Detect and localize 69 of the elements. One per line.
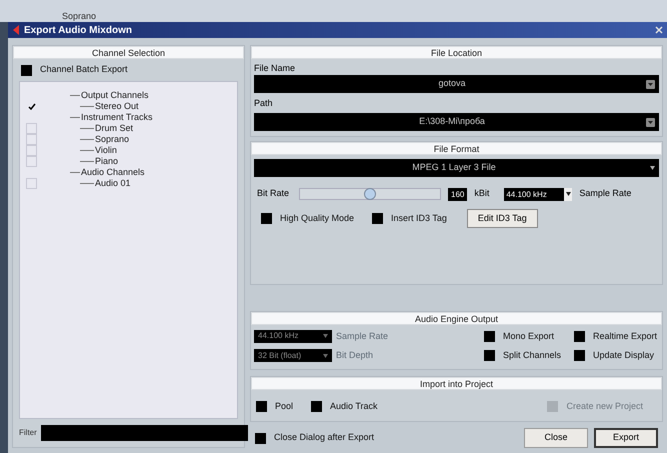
slider-thumb[interactable] <box>364 188 376 200</box>
tree-item-label[interactable]: Audio 01 <box>95 176 131 190</box>
option-label: Update Display <box>593 349 654 362</box>
tree-item-label[interactable]: Stereo Out <box>95 100 139 114</box>
unit-label: kBit <box>474 187 490 200</box>
edit-id3-tag-button[interactable]: Edit ID3 Tag <box>466 209 538 228</box>
tree-item-label[interactable]: Piano <box>95 154 118 168</box>
checkbox[interactable] <box>311 400 322 412</box>
caret-icon <box>323 354 328 358</box>
checkbox[interactable] <box>26 134 37 145</box>
window-title: Export Audio Mixdown <box>24 24 133 38</box>
field-label: Bit Depth <box>336 349 374 362</box>
option-label: Mono Export <box>503 330 554 343</box>
check-icon <box>28 102 36 110</box>
bit-rate-value: 160 <box>448 188 468 200</box>
checkbox[interactable] <box>26 123 37 134</box>
option-label: Channel Batch Export <box>40 63 128 76</box>
option-label: Create new Project <box>566 400 643 413</box>
export-button[interactable]: Export <box>594 428 658 448</box>
dropdown-caret-icon <box>646 80 655 88</box>
checkbox[interactable] <box>256 400 267 412</box>
option-label: Split Channels <box>503 349 562 362</box>
checkbox[interactable] <box>261 213 272 224</box>
option-label: Close Dialog after Export <box>274 431 374 444</box>
caret-icon <box>323 334 328 338</box>
option-label: Pool <box>275 400 294 412</box>
section-header: File Format <box>251 142 662 155</box>
checkbox[interactable] <box>21 64 32 76</box>
section-header: File Location <box>251 46 662 59</box>
option-label: Audio Track <box>330 400 378 412</box>
checkbox[interactable] <box>26 101 37 112</box>
field-label: Path <box>253 97 274 110</box>
checkbox[interactable] <box>372 213 384 224</box>
field-label: Bit Rate <box>257 187 290 200</box>
checkbox[interactable] <box>26 156 37 167</box>
checkbox[interactable] <box>574 350 585 362</box>
checkbox[interactable] <box>484 350 495 362</box>
field-label: Sample Rate <box>579 187 632 200</box>
tree-item-label[interactable]: Soprano <box>95 132 130 146</box>
tree-group-label[interactable]: Output Channels <box>81 88 149 102</box>
track-name: Soprano <box>62 10 96 22</box>
format-dropdown[interactable]: MPEG 1 Layer 3 File <box>254 159 659 177</box>
section-header: Import into Project <box>251 376 662 390</box>
caret-icon <box>650 166 655 170</box>
tree-item-label[interactable]: Drum Set <box>95 122 134 136</box>
app-logo-icon <box>12 25 20 35</box>
option-label: High Quality Mode <box>280 212 354 225</box>
tree-group-label[interactable]: Instrument Tracks <box>81 110 153 124</box>
checkbox[interactable] <box>26 178 37 189</box>
checkbox[interactable] <box>484 330 495 342</box>
option-label: Realtime Export <box>593 330 658 343</box>
checkbox[interactable] <box>255 432 266 444</box>
tree-item-label[interactable]: Violin <box>95 144 117 158</box>
checkbox[interactable] <box>574 330 585 342</box>
checkbox[interactable] <box>26 145 37 156</box>
section-header: Audio Engine Output <box>251 312 662 324</box>
tree-group-label[interactable]: Audio Channels <box>81 166 145 180</box>
close-button[interactable]: Close <box>524 428 588 448</box>
caret-icon <box>566 192 571 196</box>
filter-field[interactable] <box>40 425 248 441</box>
close-icon[interactable] <box>655 26 663 34</box>
dropdown-caret-icon <box>646 118 655 126</box>
option-label: Insert ID3 Tag <box>391 212 447 225</box>
field-label: Sample Rate <box>336 330 388 343</box>
file-name-field[interactable]: gotova <box>254 75 659 93</box>
path-field[interactable]: E:\308-Mi\проба <box>254 113 659 131</box>
field-label: File Name <box>253 62 296 75</box>
section-header: Channel Selection <box>13 46 244 59</box>
filter-label: Filter <box>19 427 37 439</box>
